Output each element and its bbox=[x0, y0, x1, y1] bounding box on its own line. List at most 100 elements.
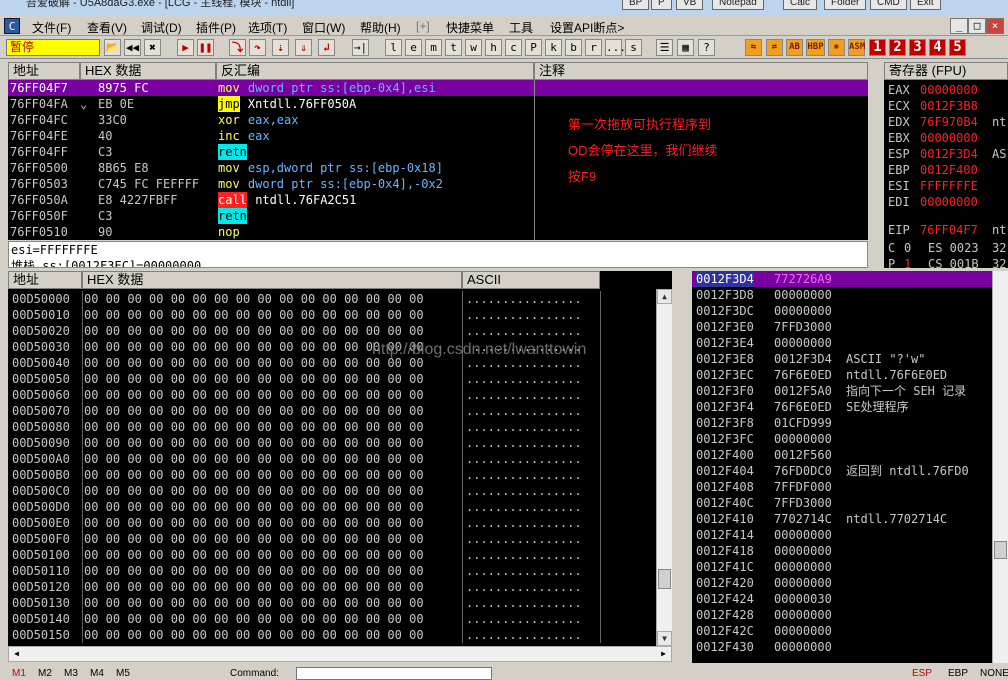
register-row[interactable]: EIP 76FF04F7 nt bbox=[884, 222, 1008, 238]
calc-button[interactable]: Calc bbox=[783, 0, 818, 10]
menu-window[interactable]: 窗口(W) bbox=[302, 19, 345, 36]
window-4-button[interactable]: 4 bbox=[929, 39, 946, 56]
dump-row[interactable]: 00D50010 00 00 00 00 00 00 00 00 00 00 00… bbox=[8, 307, 648, 323]
notepad-button[interactable]: Notepad bbox=[712, 0, 764, 10]
window-5-button[interactable]: 5 bbox=[949, 39, 966, 56]
disasm-row[interactable]: 76FF0503 C745 FC FEFFFF mov dword ptr ss:[e… bbox=[8, 176, 868, 192]
disasm-row[interactable]: 76FF04FA ⌄ EB 0E jmp Xntdll.76FF050A bbox=[8, 96, 868, 112]
menu-tools[interactable]: 工具 bbox=[509, 19, 533, 36]
stack-row[interactable]: 0012F430 00000000 bbox=[692, 639, 992, 655]
disasm-row[interactable]: 76FF0510 90 nop bbox=[8, 224, 868, 240]
register-row[interactable]: EAX 00000000 bbox=[884, 82, 1008, 98]
ab-icon[interactable]: AB bbox=[786, 39, 803, 56]
dump-row[interactable]: 00D50150 00 00 00 00 00 00 00 00 00 00 00… bbox=[8, 627, 648, 643]
step-into-icon[interactable]: ⤵ bbox=[229, 39, 246, 56]
hbp-button[interactable]: HBP bbox=[806, 39, 825, 56]
swap-icon[interactable]: ⇄ bbox=[766, 39, 783, 56]
stack-row[interactable]: 0012F408 7FFDF000 bbox=[692, 479, 992, 495]
scroll-right-icon[interactable]: ▶ bbox=[656, 647, 671, 661]
run-icon[interactable]: ▶ bbox=[177, 39, 194, 56]
dump-row[interactable]: 00D500C0 00 00 00 00 00 00 00 00 00 00 00… bbox=[8, 483, 648, 499]
dump-row[interactable]: 00D50050 00 00 00 00 00 00 00 00 00 00 00… bbox=[8, 371, 648, 387]
rewind-icon[interactable]: ◀◀ bbox=[124, 39, 141, 56]
tb-b[interactable]: b bbox=[565, 39, 582, 56]
stack-row[interactable]: 0012F400 0012F560 bbox=[692, 447, 992, 463]
tb-more[interactable]: ... bbox=[605, 39, 626, 56]
register-row[interactable]: EDI 00000000 bbox=[884, 194, 1008, 210]
menu-view[interactable]: 查看(V) bbox=[87, 19, 127, 36]
grid-icon[interactable]: ▦ bbox=[677, 39, 694, 56]
help-icon[interactable]: ? bbox=[698, 39, 715, 56]
cmd-button[interactable]: CMD bbox=[870, 0, 907, 10]
execute-till-return-icon[interactable]: ↲ bbox=[318, 39, 335, 56]
stack-row[interactable]: 0012F3E4 00000000 bbox=[692, 335, 992, 351]
menu-plus[interactable]: [+] bbox=[416, 19, 430, 33]
mark-m1[interactable]: M1 bbox=[12, 668, 26, 679]
stack-row[interactable]: 0012F42C 00000000 bbox=[692, 623, 992, 639]
stack-row[interactable]: 0012F3F8 01CFD999 bbox=[692, 415, 992, 431]
open-icon[interactable]: 📂 bbox=[104, 39, 121, 56]
tb-t[interactable]: t bbox=[445, 39, 462, 56]
dump-row[interactable]: 00D50070 00 00 00 00 00 00 00 00 00 00 00… bbox=[8, 403, 648, 419]
window-1-button[interactable]: 1 bbox=[869, 39, 886, 56]
bp-button[interactable]: BP bbox=[622, 0, 650, 10]
dump-row[interactable]: 00D50130 00 00 00 00 00 00 00 00 00 00 00… bbox=[8, 595, 648, 611]
stack-row[interactable]: 0012F424 00000030 bbox=[692, 591, 992, 607]
trace-into-icon[interactable]: ⇣ bbox=[272, 39, 289, 56]
dump-row[interactable]: 00D50020 00 00 00 00 00 00 00 00 00 00 00… bbox=[8, 323, 648, 339]
dump-row[interactable]: 00D500A0 00 00 00 00 00 00 00 00 00 00 00… bbox=[8, 451, 648, 467]
p-button[interactable]: P bbox=[651, 0, 672, 10]
mark-m2[interactable]: M2 bbox=[38, 668, 52, 679]
disasm-hex-header[interactable]: HEX 数据 bbox=[80, 62, 216, 80]
menu-plugins[interactable]: 插件(P) bbox=[196, 19, 236, 36]
tb-w[interactable]: w bbox=[465, 39, 482, 56]
dump-row[interactable]: 00D500B0 00 00 00 00 00 00 00 00 00 00 00… bbox=[8, 467, 648, 483]
pause-icon[interactable]: ❚❚ bbox=[197, 39, 214, 56]
disasm-row[interactable]: 76FF04FF C3 retn bbox=[8, 144, 868, 160]
none-label[interactable]: NONE bbox=[980, 668, 1008, 679]
stack-pane[interactable]: 0012F3D4 772726A9 0012F3D8 00000000 0012F3DC… bbox=[692, 271, 1008, 663]
ebp-label[interactable]: EBP bbox=[948, 668, 968, 679]
vb-button[interactable]: VB bbox=[676, 0, 704, 10]
stack-row[interactable]: 0012F3F4 76F6E0ED SE处理程序 bbox=[692, 399, 992, 415]
stack-row[interactable]: 0012F420 00000000 bbox=[692, 575, 992, 591]
tb-p[interactable]: P bbox=[525, 39, 542, 56]
asm-button[interactable]: ASM bbox=[848, 39, 865, 56]
stack-row[interactable]: 0012F3FC 00000000 bbox=[692, 431, 992, 447]
stack-row[interactable]: 0012F3D8 00000000 bbox=[692, 287, 992, 303]
disasm-row[interactable]: 76FF050F C3 retn bbox=[8, 208, 868, 224]
stack-scroll-thumb[interactable] bbox=[994, 541, 1007, 559]
menu-api-breakpoint[interactable]: 设置API断点> bbox=[550, 19, 624, 36]
esp-label[interactable]: ESP bbox=[912, 668, 932, 679]
dump-row[interactable]: 00D50140 00 00 00 00 00 00 00 00 00 00 00… bbox=[8, 611, 648, 627]
stack-row[interactable]: 0012F41C 00000000 bbox=[692, 559, 992, 575]
folder-button[interactable]: Folder bbox=[824, 0, 867, 10]
disasm-row[interactable]: 76FF0500 8B65 E8 mov esp,dword ptr ss:[ebp-… bbox=[8, 160, 868, 176]
mark-m5[interactable]: M5 bbox=[116, 668, 130, 679]
disasm-row[interactable]: 76FF04F7 8975 FC mov dword ptr ss:[ebp-0x4]… bbox=[8, 80, 868, 96]
stack-row[interactable]: 0012F3E8 0012F3D4 ASCII "?'w" bbox=[692, 351, 992, 367]
dump-row[interactable]: 00D50110 00 00 00 00 00 00 00 00 00 00 00… bbox=[8, 563, 648, 579]
disasm-comment-header[interactable]: 注释 bbox=[534, 62, 868, 80]
dump-row[interactable]: 00D50000 00 00 00 00 00 00 00 00 00 00 00… bbox=[8, 291, 648, 307]
dump-row[interactable]: 00D500D0 00 00 00 00 00 00 00 00 00 00 00… bbox=[8, 499, 648, 515]
disasm-row[interactable]: 76FF04FC 33C0 xor eax,eax bbox=[8, 112, 868, 128]
register-row[interactable]: ESI FFFFFFFE bbox=[884, 178, 1008, 194]
register-row[interactable]: EBX 00000000 bbox=[884, 130, 1008, 146]
tb-c[interactable]: c bbox=[505, 39, 522, 56]
dump-row[interactable]: 00D50120 00 00 00 00 00 00 00 00 00 00 00… bbox=[8, 579, 648, 595]
stack-row[interactable]: 0012F3E0 7FFD3000 bbox=[692, 319, 992, 335]
scroll-up-icon[interactable]: ▲ bbox=[657, 289, 672, 304]
stack-scrollbar[interactable] bbox=[992, 271, 1008, 663]
dump-ascii-header[interactable]: ASCII bbox=[462, 271, 600, 289]
scroll-left-icon[interactable]: ◀ bbox=[9, 647, 24, 661]
stack-row[interactable]: 0012F3EC 76F6E0ED ntdll.76F6E0ED bbox=[692, 367, 992, 383]
register-row[interactable]: EBP 0012F400 bbox=[884, 162, 1008, 178]
tb-l[interactable]: l bbox=[385, 39, 402, 56]
close-program-icon[interactable]: ✖ bbox=[144, 39, 161, 56]
disasm-asm-header[interactable]: 反汇编 bbox=[216, 62, 534, 80]
stack-row[interactable]: 0012F3DC 00000000 bbox=[692, 303, 992, 319]
dump-scrollbar[interactable]: ▲ ▼ bbox=[656, 289, 672, 646]
stack-row[interactable]: 0012F40C 7FFD3000 bbox=[692, 495, 992, 511]
goto-icon[interactable]: →| bbox=[352, 39, 369, 56]
